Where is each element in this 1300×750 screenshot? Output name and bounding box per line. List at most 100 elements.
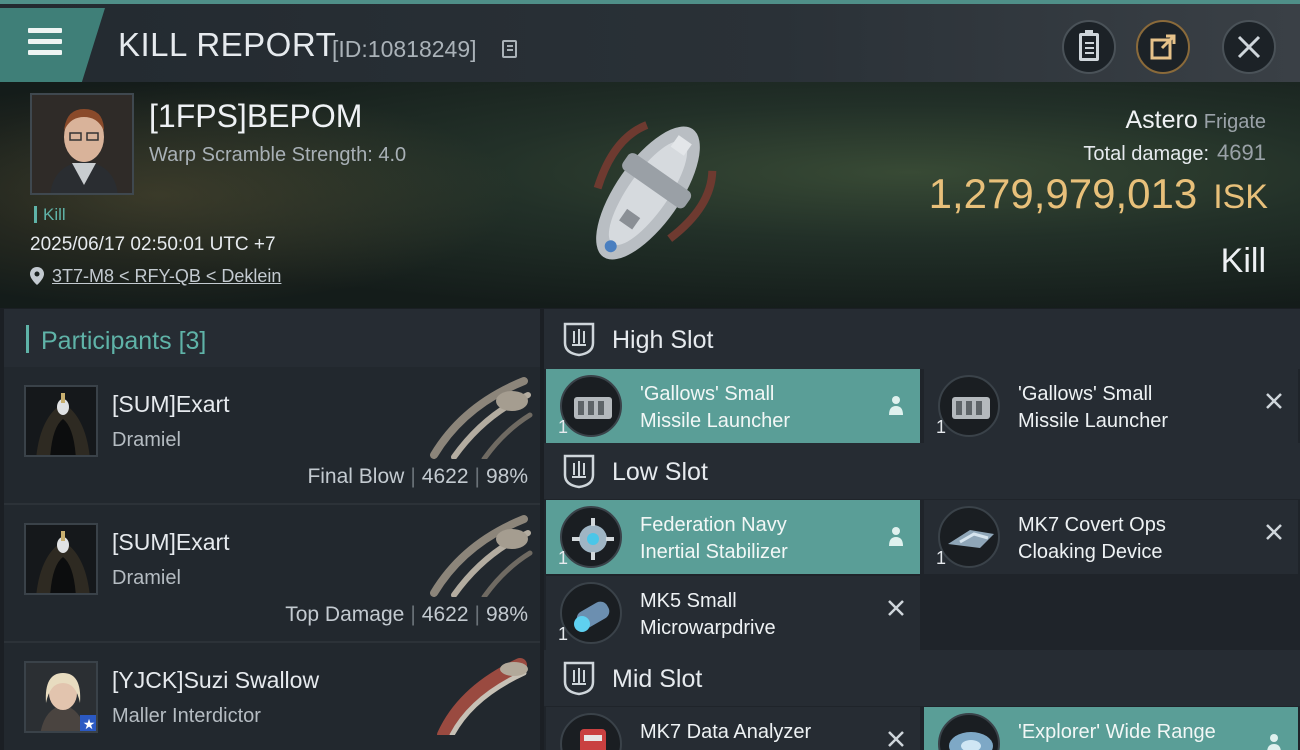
fitting-panel: High Slot 1 'Gallows' Small Missile Laun…: [544, 309, 1300, 750]
person-icon: [889, 396, 903, 415]
item-name: 'Explorer' Wide Range: [1018, 719, 1268, 746]
destroyed-icon: [1266, 524, 1282, 540]
low-slot-label: Low Slot: [612, 458, 708, 486]
isk-amount: 1,279,979,013: [928, 170, 1198, 217]
item-quantity: 1: [558, 417, 569, 437]
item-name-line1: MK5 Small: [640, 590, 737, 612]
item-name: 'Gallows' Small Missile Launcher: [1018, 381, 1268, 435]
item-name-line1: MK7 Covert Ops: [1018, 514, 1166, 536]
low-slot-icon: [563, 454, 595, 489]
stats-separator: |: [474, 603, 480, 626]
share-button[interactable]: [1136, 20, 1190, 74]
victim-panel: [1FPS]BEPOM Warp Scramble Strength: 4.0 …: [0, 82, 1300, 308]
location-pin-icon: [30, 267, 44, 285]
ship-name-text: Astero: [1125, 106, 1198, 134]
item-name-line1: MK7 Data Analyzer: [640, 721, 812, 743]
isk-value: 1,279,979,013 ISK: [929, 170, 1268, 218]
participant-percent: 98%: [485, 603, 528, 626]
participants-panel: Participants [3] [SUM]Exart Dramiel Fina…: [4, 309, 540, 750]
victim-pilot-name[interactable]: [1FPS]BEPOM: [149, 98, 362, 135]
kill-tag: Kill: [34, 206, 66, 223]
fitted-item[interactable]: 1 'Gallows' Small Missile Launcher: [546, 369, 920, 443]
item-name: MK7 Covert Ops Cloaking Device: [1018, 512, 1268, 566]
item-name-line2: Microwarpdrive: [640, 617, 776, 639]
participants-title: Participants: [41, 327, 172, 355]
victim-portrait[interactable]: [30, 93, 134, 195]
participant-ship-image: [430, 515, 533, 597]
module-icon: [938, 713, 1000, 750]
participant-row[interactable]: ★ [YJCK]Suzi Swallow Maller Interdictor: [4, 643, 540, 750]
module-icon: [560, 582, 622, 644]
mid-slot-header: Mid Slot: [544, 650, 1300, 706]
participant-ship: Dramiel: [112, 429, 181, 451]
item-name: MK5 Small Microwarpdrive: [640, 588, 890, 642]
high-slot-header: High Slot: [544, 309, 1300, 369]
participant-avatar: [24, 523, 98, 595]
item-name: Federation Navy Inertial Stabilizer: [640, 512, 890, 566]
mid-slot-icon: [563, 661, 595, 696]
fitted-item[interactable]: 1 MK5 Small Microwarpdrive: [546, 576, 920, 650]
participants-count: [3]: [178, 327, 207, 355]
item-quantity: 1: [936, 548, 947, 568]
item-name: MK7 Data Analyzer: [640, 719, 890, 746]
menu-icon-bar: [28, 50, 62, 55]
participant-ship: Maller Interdictor: [112, 705, 261, 727]
module-icon: [938, 375, 1000, 437]
item-name-line1: 'Gallows' Small: [640, 383, 775, 405]
participant-avatar: [24, 385, 98, 457]
low-slot-header: Low Slot: [544, 443, 1300, 499]
participant-role: Final Blow: [307, 465, 405, 488]
clipboard-icon: [1079, 30, 1099, 61]
participant-ship-image: [430, 377, 533, 459]
kill-location[interactable]: 3T7-M8 < RFY-QB < Deklein: [30, 266, 281, 287]
total-damage-label: Total damage:: [1083, 143, 1210, 165]
warp-scramble-strength: Warp Scramble Strength: 4.0: [149, 144, 407, 166]
clipboard-button[interactable]: [1062, 20, 1116, 74]
participant-row[interactable]: [SUM]Exart Dramiel Top Damage | 4622 | 98%: [4, 505, 540, 643]
person-icon: [1267, 734, 1281, 750]
person-icon: [889, 527, 903, 546]
item-name-line1: 'Explorer' Wide Range: [1018, 721, 1216, 743]
copy-icon[interactable]: [502, 40, 517, 58]
menu-button[interactable]: [0, 8, 105, 82]
participants-header: Participants [3]: [4, 309, 540, 367]
item-quantity: 1: [558, 624, 569, 644]
participant-row[interactable]: [SUM]Exart Dramiel Final Blow | 4622 | 98%: [4, 367, 540, 505]
fitted-item[interactable]: 1 Federation Navy Inertial Stabilizer: [546, 500, 920, 574]
fitted-item[interactable]: 1 MK7 Covert Ops Cloaking Device: [924, 500, 1298, 574]
module-icon: [560, 375, 622, 437]
item-name: 'Gallows' Small Missile Launcher: [640, 381, 890, 435]
close-icon: [1237, 35, 1261, 59]
participant-name[interactable]: [SUM]Exart: [112, 529, 230, 556]
module-icon: [560, 506, 622, 568]
kill-datetime: 2025/06/17 02:50:01 UTC +7: [30, 234, 276, 255]
isk-unit: ISK: [1213, 178, 1268, 216]
kill-id: [ID:10818249]: [332, 36, 477, 62]
participant-name[interactable]: [YJCK]Suzi Swallow: [112, 667, 319, 694]
fitted-item[interactable]: MK7 Data Analyzer: [546, 707, 920, 750]
participant-name[interactable]: [SUM]Exart: [112, 391, 230, 418]
stats-separator: |: [410, 603, 416, 626]
participant-ship: Dramiel: [112, 567, 181, 589]
item-quantity: 1: [558, 548, 569, 568]
destroyed-icon: [888, 731, 904, 747]
participant-stats: Top Damage | 4622 | 98%: [285, 603, 528, 627]
high-slot-icon: [563, 322, 595, 357]
fitted-item[interactable]: 'Explorer' Wide Range: [924, 707, 1298, 750]
participant-role: Top Damage: [285, 603, 405, 626]
close-button[interactable]: [1222, 20, 1276, 74]
participant-ship-image: [437, 658, 528, 735]
result-label: Kill: [1220, 242, 1266, 280]
share-icon: [1150, 34, 1176, 60]
stats-separator: |: [474, 465, 480, 488]
module-icon: [938, 506, 1000, 568]
victim-ship-name[interactable]: Astero Frigate: [1125, 106, 1266, 135]
fitted-item[interactable]: 1 'Gallows' Small Missile Launcher: [924, 369, 1298, 443]
item-name-line2: Missile Launcher: [640, 410, 791, 432]
location-link[interactable]: 3T7-M8 < RFY-QB < Deklein: [52, 266, 281, 286]
victim-ship-image: [593, 121, 717, 260]
participant-avatar: ★: [24, 661, 98, 733]
item-name-line2: Missile Launcher: [1018, 410, 1169, 432]
menu-icon: [28, 28, 62, 33]
svg-text:★: ★: [83, 717, 96, 733]
